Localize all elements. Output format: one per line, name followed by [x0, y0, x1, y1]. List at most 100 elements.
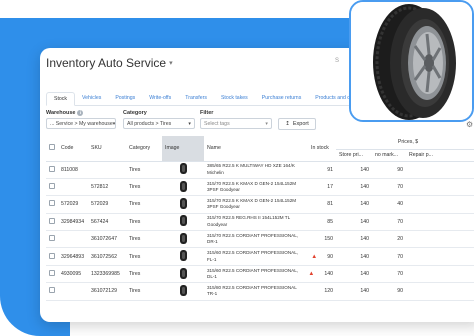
table-row[interactable]: 32984934 567424 Tires 315/70 R22.5 REG.RHS … [46, 213, 474, 232]
tab-write-offs[interactable]: Write-offs [142, 92, 178, 105]
row-checkbox[interactable] [49, 165, 55, 172]
cell-code: 4930095 [58, 265, 88, 284]
col-code[interactable]: Code [58, 136, 88, 162]
cell-category: Tires [126, 178, 162, 197]
cell-name: 315/70 R22.5 K KMAX D GEN-2 154L152M 3PS… [204, 195, 308, 214]
cell-code: 572029 [58, 195, 88, 214]
stock-value: 85 [327, 218, 333, 225]
tab-purchase-returns[interactable]: Purchase returns [255, 92, 309, 105]
row-checkbox[interactable] [49, 252, 55, 259]
select-all-checkbox[interactable] [49, 144, 55, 151]
select-all-header [46, 136, 58, 162]
row-checkbox[interactable] [49, 287, 55, 294]
warehouse-label: Warehouse i [46, 110, 84, 116]
cell-repair-price [406, 195, 474, 214]
cell-name: 315/70 R22.5 CORDIANT PROFESSIONAL, DR-1 [204, 230, 308, 249]
tire-thumbnail-image[interactable] [179, 163, 187, 175]
cell-image [162, 247, 204, 266]
row-checkbox[interactable] [49, 183, 55, 190]
col-image[interactable]: Image [162, 136, 204, 162]
row-select-cell [46, 247, 58, 266]
cell-category: Tires [126, 213, 162, 232]
tab-stock[interactable]: Stock [46, 92, 75, 106]
col-no-markup[interactable]: no mark... [372, 149, 406, 162]
cell-no-markup-price: 40 [372, 195, 406, 214]
export-button[interactable]: ↥ Export [278, 118, 316, 130]
info-icon[interactable]: i [77, 110, 84, 116]
tire-thumbnail-image[interactable] [179, 180, 187, 192]
row-select-cell [46, 195, 58, 214]
tire-thumbnail-image[interactable] [179, 250, 187, 262]
warehouse-select[interactable]: ... Service > My warehouse ▾ [46, 118, 116, 129]
cell-store-price: 140 [336, 265, 372, 284]
export-icon: ↥ [285, 121, 290, 127]
stock-value: 91 [327, 166, 333, 173]
row-select-cell [46, 161, 58, 179]
stock-value: 17 [327, 184, 333, 191]
cell-no-markup-price: 90 [372, 161, 406, 179]
gear-icon[interactable]: ⚙ [466, 120, 474, 130]
stock-value: 90 [327, 253, 333, 260]
stock-value: 120 [324, 288, 333, 295]
row-checkbox[interactable] [49, 235, 55, 242]
cell-in-stock: 120 [308, 282, 336, 301]
col-repair-price[interactable]: Repair p... [406, 149, 474, 162]
table-row[interactable]: 572029 572029 Tires 315/70 R22.5 K KMAX D G… [46, 195, 474, 214]
table-row[interactable]: 572812 Tires 315/70 R22.5 K KMAX D GEN-2 1… [46, 178, 474, 197]
cell-name: 315/80 R22.5 CORDIANT PROFESSIONAL TR-1 [204, 282, 308, 301]
cell-code: 811008 [58, 161, 88, 179]
app-title-text: Inventory Auto Service [46, 56, 167, 70]
tab-transfers[interactable]: Transfers [178, 92, 214, 105]
tire-thumbnail-image[interactable] [179, 284, 187, 296]
table-row[interactable]: 361072647 Tires 315/70 R22.5 CORDIANT PROF… [46, 230, 474, 249]
cell-in-stock: ▲ 140 [308, 265, 336, 284]
cell-store-price: 140 [336, 247, 372, 266]
col-sku[interactable]: SKU [88, 136, 126, 162]
chevron-down-icon: ▾ [265, 120, 268, 127]
tab-stock-takes[interactable]: Stock takes [214, 92, 255, 105]
app-title[interactable]: Inventory Auto Service ▾ [46, 56, 173, 70]
row-checkbox[interactable] [49, 200, 55, 207]
stock-value: 81 [327, 201, 333, 208]
cell-category: Tires [126, 282, 162, 301]
cell-no-markup-price: 70 [372, 213, 406, 232]
col-in-stock[interactable]: In stock [308, 136, 336, 162]
cell-repair-price [406, 213, 474, 232]
cell-category: Tires [126, 265, 162, 284]
col-store-price[interactable]: Store pri... [336, 149, 372, 162]
tab-postings[interactable]: Postings [108, 92, 142, 105]
col-category[interactable]: Category [126, 136, 162, 162]
cell-sku: 572812 [88, 178, 126, 197]
category-select[interactable]: All products > Tires ▾ [123, 118, 195, 129]
tire-thumbnail-image[interactable] [179, 232, 187, 244]
tire-thumbnail-image[interactable] [179, 215, 187, 227]
row-checkbox[interactable] [49, 270, 55, 277]
tire-thumbnail-image[interactable] [179, 267, 187, 279]
col-name[interactable]: Name [204, 136, 308, 162]
tire-thumbnail-image[interactable] [179, 197, 187, 209]
filter-label: Filter [200, 110, 214, 116]
cell-category: Tires [126, 195, 162, 214]
cell-repair-price [406, 265, 474, 284]
table-row[interactable]: 811008 Tires 385/65 R22.5 K MULTIWAY HD XZ… [46, 161, 474, 179]
filter-value: Select tags [204, 120, 230, 127]
search-field-stub[interactable]: S [335, 58, 339, 64]
tab-vehicles[interactable]: Vehicles [75, 92, 108, 105]
cell-store-price: 140 [336, 195, 372, 214]
row-checkbox[interactable] [49, 217, 55, 224]
cell-name: 315/60 R22.5 CORDIANT PROFESSIONAL, FL-1 [204, 247, 308, 266]
warning-icon: ▲ [308, 271, 315, 278]
table-row[interactable]: 32964893 361072562 Tires 315/60 R22.5 CORDI… [46, 247, 474, 266]
row-select-cell [46, 213, 58, 232]
filter-tags-select[interactable]: Select tags ▾ [200, 118, 272, 129]
cell-code: 32984934 [58, 213, 88, 232]
cell-no-markup-price: 70 [372, 247, 406, 266]
cell-no-markup-price: 70 [372, 178, 406, 197]
warehouse-value: ... Service > My warehouse [50, 120, 113, 127]
chevron-down-icon: ▾ [112, 120, 116, 127]
table-row[interactable]: 361072129 Tires 315/80 R22.5 CORDIANT PROF… [46, 282, 474, 301]
cell-no-markup-price: 20 [372, 230, 406, 249]
table-row[interactable]: 4930095 1323369985 Tires 315/60 R22.5 CORDI… [46, 265, 474, 284]
cell-sku: 361072647 [88, 230, 126, 249]
cell-code [58, 178, 88, 197]
